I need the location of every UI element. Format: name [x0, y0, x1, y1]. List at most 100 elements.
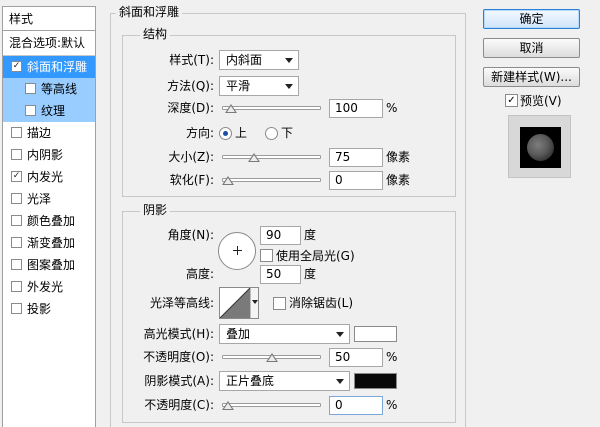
style-item-checkbox[interactable]: ✓: [11, 61, 22, 72]
size-input[interactable]: 75: [329, 148, 383, 167]
style-item[interactable]: 光泽: [3, 188, 95, 210]
soften-slider-track[interactable]: [222, 178, 321, 182]
technique-label: 方法(Q):: [167, 79, 214, 93]
style-item[interactable]: ✓ 斜面和浮雕: [3, 56, 95, 78]
style-item-checkbox[interactable]: [11, 281, 22, 292]
preview-checkbox[interactable]: ✓: [505, 94, 518, 107]
style-item-checkbox[interactable]: [11, 127, 22, 138]
highlight-color-swatch[interactable]: [354, 326, 397, 342]
style-item-checkbox[interactable]: [11, 215, 22, 226]
style-item-checkbox[interactable]: [11, 259, 22, 270]
style-item[interactable]: 渐变叠加: [3, 232, 95, 254]
structure-title: 结构: [140, 27, 171, 41]
highlight-mode-value: 叠加: [226, 327, 251, 341]
shadow-mode-select[interactable]: 正片叠底: [219, 371, 350, 391]
shadow-color-swatch[interactable]: [354, 373, 397, 389]
depth-label: 深度(D):: [167, 101, 214, 115]
style-item[interactable]: 描边: [3, 122, 95, 144]
highlight-opacity-slider-thumb[interactable]: [265, 353, 278, 362]
anti-aliased-checkbox[interactable]: [273, 297, 286, 310]
technique-select[interactable]: 平滑: [219, 76, 299, 96]
style-item[interactable]: 外发光: [3, 276, 95, 298]
angle-input[interactable]: 90: [260, 226, 301, 245]
angle-label: 角度(N):: [167, 228, 214, 242]
checkmark-icon: ✓: [12, 61, 21, 71]
depth-input[interactable]: 100: [329, 99, 383, 118]
global-light-label: 使用全局光(G): [276, 249, 355, 263]
direction-up-label: 上: [235, 126, 248, 140]
soften-unit: 像素: [386, 173, 411, 187]
contour-linear-icon: [220, 288, 250, 318]
altitude-unit: 度: [304, 267, 317, 281]
chevron-down-icon: [336, 332, 344, 337]
style-item[interactable]: 图案叠加: [3, 254, 95, 276]
checkmark-icon: ✓: [507, 95, 516, 106]
style-item[interactable]: 投影: [3, 298, 95, 320]
styles-header[interactable]: 样式: [3, 7, 95, 31]
shadow-opacity-slider-track[interactable]: [222, 403, 321, 407]
style-item-checkbox[interactable]: [11, 193, 22, 204]
size-slider-track[interactable]: [222, 155, 321, 159]
style-item-checkbox[interactable]: [25, 105, 36, 116]
shadow-opacity-slider-thumb[interactable]: [222, 401, 234, 410]
direction-up-radio[interactable]: [219, 127, 232, 140]
style-item-checkbox[interactable]: [11, 303, 22, 314]
highlight-opacity-input[interactable]: 50: [329, 348, 383, 367]
shadow-mode-value: 正片叠底: [226, 374, 275, 388]
cancel-button[interactable]: 取消: [483, 38, 580, 58]
direction-down-radio[interactable]: [265, 127, 278, 140]
soften-input[interactable]: 0: [329, 171, 383, 190]
angle-dial[interactable]: [218, 232, 256, 270]
size-slider-thumb[interactable]: [248, 153, 261, 162]
global-light-checkbox[interactable]: [260, 249, 273, 262]
style-item[interactable]: 颜色叠加: [3, 210, 95, 232]
style-item-checkbox[interactable]: ✓: [11, 171, 22, 182]
highlight-mode-label: 高光模式(H):: [143, 327, 214, 341]
altitude-input[interactable]: 50: [260, 265, 301, 284]
style-item-label: 渐变叠加: [27, 236, 76, 250]
direction-label: 方向:: [185, 126, 214, 140]
angle-unit: 度: [304, 228, 317, 242]
style-item-label: 内发光: [27, 170, 64, 184]
style-item-label: 描边: [27, 126, 52, 140]
new-style-button[interactable]: 新建样式(W)...: [483, 67, 580, 87]
checkmark-icon: ✓: [12, 171, 21, 181]
style-item[interactable]: 等高线: [3, 78, 95, 100]
blending-options-item[interactable]: 混合选项:默认: [3, 31, 95, 56]
style-item[interactable]: 内阴影: [3, 144, 95, 166]
size-label: 大小(Z):: [168, 150, 214, 164]
contour-dropdown-arrow[interactable]: [250, 288, 258, 318]
style-preview-thumbnail: [508, 115, 571, 178]
style-select-value: 内斜面: [226, 53, 263, 67]
highlight-opacity-label: 不透明度(O):: [143, 350, 214, 364]
gloss-contour-picker[interactable]: [219, 287, 259, 319]
style-item-checkbox[interactable]: [11, 237, 22, 248]
style-select[interactable]: 内斜面: [219, 50, 299, 70]
chevron-down-icon: [285, 84, 293, 89]
style-item[interactable]: 纹理: [3, 100, 95, 122]
shading-title: 阴影: [140, 203, 171, 217]
highlight-mode-select[interactable]: 叠加: [219, 324, 350, 344]
size-unit: 像素: [386, 150, 411, 164]
highlight-opacity-unit: %: [386, 350, 398, 364]
anti-aliased-label: 消除锯齿(L): [289, 296, 354, 310]
shadow-opacity-label: 不透明度(C):: [144, 398, 214, 412]
style-item-checkbox[interactable]: [11, 149, 22, 160]
styles-list: 样式 混合选项:默认 ✓ 斜面和浮雕等高线纹理描边内阴影 ✓ 内发光光泽颜色叠加渐变叠…: [2, 6, 96, 427]
soften-label: 软化(F):: [169, 173, 214, 187]
style-item-label: 外发光: [27, 280, 64, 294]
depth-slider-thumb[interactable]: [225, 104, 238, 113]
direction-down-label: 下: [281, 126, 294, 140]
style-item-checkbox[interactable]: [25, 83, 36, 94]
preview-label: 预览(V): [520, 94, 562, 108]
chevron-down-icon: [336, 379, 344, 384]
shadow-opacity-input[interactable]: 0: [329, 396, 383, 415]
style-item[interactable]: ✓ 内发光: [3, 166, 95, 188]
style-item-label: 等高线: [41, 82, 78, 96]
preview-bevel-ball: [527, 134, 554, 161]
ok-button[interactable]: 确定: [483, 9, 580, 29]
soften-slider-thumb[interactable]: [222, 176, 234, 185]
style-item-label: 投影: [27, 302, 52, 316]
style-item-label: 光泽: [27, 192, 52, 206]
technique-select-value: 平滑: [226, 79, 251, 93]
